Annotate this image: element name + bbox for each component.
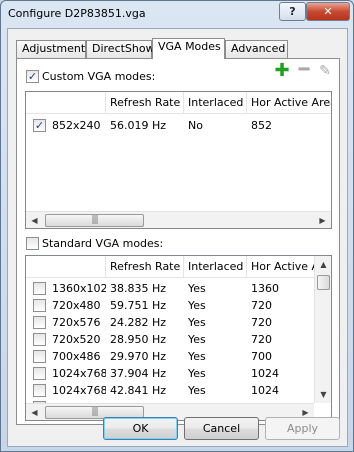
interlaced-cell: No	[188, 119, 203, 132]
interlaced-cell: Yes	[188, 282, 206, 295]
custom-list-header: Refresh Rate Interlaced Hor Active Area	[26, 92, 331, 114]
hor-active-cell: 720	[251, 333, 272, 346]
tab-vga-modes[interactable]: VGA Modes	[152, 38, 225, 59]
tab-advanced[interactable]: Advanced	[225, 40, 288, 58]
custom-modes-checkbox[interactable]: ✓	[26, 70, 39, 83]
mode-cell: 700x486	[52, 350, 101, 363]
scroll-thumb[interactable]: |||	[45, 214, 144, 227]
plus-icon[interactable]: ✚	[273, 62, 291, 80]
help-button[interactable]: ?	[279, 2, 306, 21]
row-checkbox[interactable]	[33, 316, 46, 329]
standard-vertical-scrollbar[interactable]: ▲ ▼	[314, 256, 331, 403]
mode-cell: 852x240	[52, 119, 101, 132]
table-row[interactable]: 720x576 24.282 Hz Yes 720	[26, 314, 331, 331]
dialog-window: Configure D2P83851.vga ? ✕ Adjustments D…	[0, 0, 354, 452]
interlaced-cell: Yes	[188, 333, 206, 346]
column-header-mode[interactable]	[26, 256, 106, 278]
hor-active-cell: 720	[251, 316, 272, 329]
custom-modes-label: Custom VGA modes:	[42, 70, 156, 83]
pencil-icon[interactable]: ✎	[316, 62, 334, 80]
custom-modes-list[interactable]: Refresh Rate Interlaced Hor Active Area …	[25, 91, 332, 229]
refresh-cell: 42.841 Hz	[110, 384, 167, 397]
custom-horizontal-scrollbar[interactable]: ◀ ||| ▶	[26, 211, 331, 228]
hor-active-cell: 1024	[251, 384, 279, 397]
interlaced-cell: Yes	[188, 299, 206, 312]
table-row[interactable]: 720x480 59.751 Hz Yes 720	[26, 297, 331, 314]
mode-cell: 720x576	[52, 316, 101, 329]
standard-list-header: Refresh Rate Interlaced Hor Active A	[26, 256, 331, 278]
scroll-thumb[interactable]	[317, 275, 330, 290]
minus-icon[interactable]: ━	[295, 61, 313, 80]
table-row[interactable]: 1360x1024 38.835 Hz Yes 1360	[26, 280, 331, 297]
hor-active-cell: 1360	[251, 282, 279, 295]
column-header-hor-active[interactable]: Hor Active Area	[247, 92, 331, 114]
tab-directshow[interactable]: DirectShow	[86, 40, 155, 58]
refresh-cell: 59.751 Hz	[110, 299, 167, 312]
refresh-cell: 28.950 Hz	[110, 333, 167, 346]
apply-button[interactable]: Apply	[265, 417, 340, 440]
column-header-hor-active[interactable]: Hor Active A	[247, 256, 315, 278]
mode-cell: 720x520	[52, 333, 101, 346]
interlaced-cell: Yes	[188, 384, 206, 397]
row-checkbox[interactable]	[33, 367, 46, 380]
table-row[interactable]: 700x486 29.970 Hz Yes 700	[26, 348, 331, 365]
standard-modes-checkbox[interactable]	[26, 237, 39, 250]
hor-active-cell: 700	[251, 350, 272, 363]
tab-adjustments[interactable]: Adjustments	[16, 40, 91, 58]
mode-cell: 1360x1024	[52, 282, 106, 295]
table-row[interactable]: 1024x768 42.841 Hz Yes 1024	[26, 382, 331, 399]
window-title: Configure D2P83851.vga	[8, 7, 146, 20]
column-header-interlaced[interactable]: Interlaced	[184, 256, 247, 278]
vga-modes-panel: ✓ Custom VGA modes: ✚ ━ ✎ Refresh Rate I…	[16, 58, 340, 425]
cancel-button[interactable]: Cancel	[184, 417, 259, 440]
title-bar[interactable]: Configure D2P83851.vga ? ✕	[1, 1, 353, 28]
scroll-left-button[interactable]: ◀	[26, 212, 43, 228]
table-row[interactable]: 1024x768 37.904 Hz Yes 1024	[26, 365, 331, 382]
ok-button[interactable]: OK	[103, 417, 178, 440]
table-row[interactable]: 720x520 28.950 Hz Yes 720	[26, 331, 331, 348]
column-header-refresh[interactable]: Refresh Rate	[106, 92, 184, 114]
row-checkbox[interactable]	[33, 333, 46, 346]
row-checkbox[interactable]	[33, 282, 46, 295]
interlaced-cell: Yes	[188, 316, 206, 329]
hor-active-cell: 720	[251, 299, 272, 312]
hor-active-cell: 852	[251, 119, 272, 132]
table-row[interactable]: ✓ 852x240 56.019 Hz No 852	[26, 117, 331, 134]
scroll-up-button[interactable]: ▲	[315, 256, 331, 273]
interlaced-cell: Yes	[188, 350, 206, 363]
standard-modes-label: Standard VGA modes:	[42, 237, 164, 250]
mode-cell: 1024x768	[52, 384, 106, 397]
interlaced-cell: Yes	[188, 367, 206, 380]
refresh-cell: 24.282 Hz	[110, 316, 167, 329]
row-checkbox[interactable]	[33, 299, 46, 312]
scroll-right-button[interactable]: ▶	[314, 212, 331, 228]
standard-modes-list[interactable]: Refresh Rate Interlaced Hor Active A 136…	[25, 255, 332, 421]
scroll-down-button[interactable]: ▼	[315, 386, 331, 403]
column-header-interlaced[interactable]: Interlaced	[184, 92, 247, 114]
row-checkbox[interactable]	[33, 384, 46, 397]
refresh-cell: 38.835 Hz	[110, 282, 167, 295]
row-checkbox[interactable]: ✓	[33, 119, 46, 132]
column-header-mode[interactable]	[26, 92, 106, 114]
hor-active-cell: 1024	[251, 367, 279, 380]
dialog-client: Adjustments DirectShow VGA Modes Advance…	[7, 28, 348, 447]
refresh-cell: 37.904 Hz	[110, 367, 167, 380]
mode-cell: 1024x768	[52, 367, 106, 380]
mode-cell: 720x480	[52, 299, 101, 312]
refresh-cell: 56.019 Hz	[110, 119, 167, 132]
column-header-refresh[interactable]: Refresh Rate	[106, 256, 184, 278]
refresh-cell: 29.970 Hz	[110, 350, 167, 363]
close-button[interactable]: ✕	[306, 2, 350, 21]
scroll-left-button[interactable]: ◀	[26, 404, 43, 420]
row-checkbox[interactable]	[33, 350, 46, 363]
